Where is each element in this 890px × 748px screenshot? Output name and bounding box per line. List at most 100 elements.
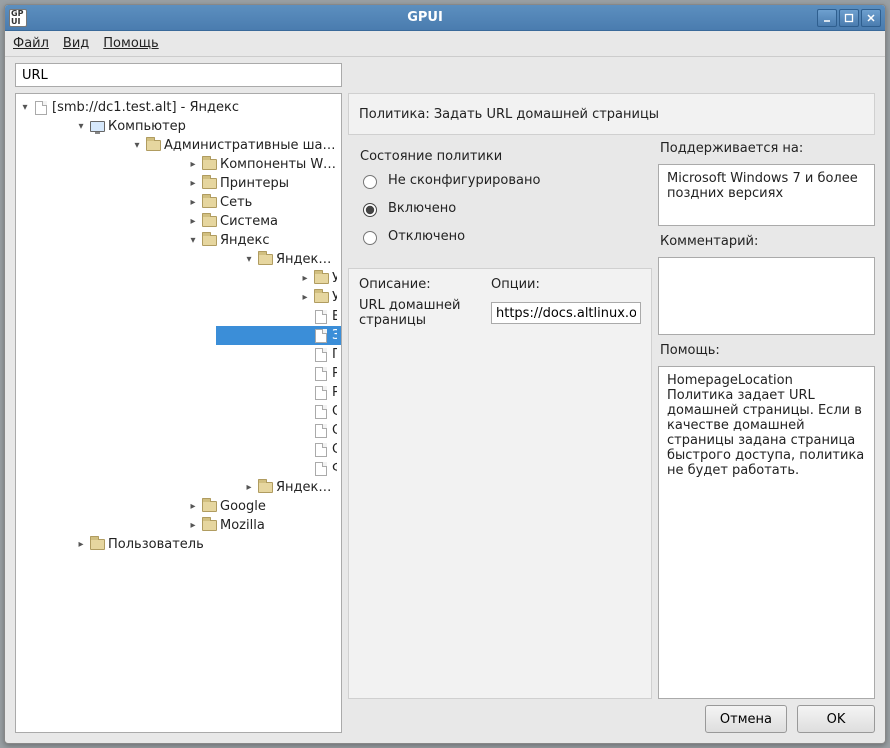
help-label: Помощь: <box>660 343 875 358</box>
search-input[interactable] <box>15 63 342 87</box>
tree-label: Яндекс.Браузер <box>276 250 337 269</box>
chevron-down-icon[interactable]: ▾ <box>18 98 32 117</box>
tree-label: Яндекс.Браузер: настройки по ... <box>276 478 337 497</box>
option-name: URL домашней страницы <box>359 298 491 328</box>
titlebar: GP UI GPUI <box>5 5 885 31</box>
chevron-down-icon[interactable]: ▾ <box>186 231 200 250</box>
folder-icon <box>312 290 330 306</box>
chevron-down-icon[interactable]: ▾ <box>242 250 256 269</box>
menu-view[interactable]: Вид <box>63 36 89 51</box>
tree-label: Принтеры <box>220 174 289 193</box>
tree-label: Разрешить доступ к списку ... <box>332 383 337 402</box>
tree-label: Компоненты Windows <box>220 155 337 174</box>
comment-box[interactable] <box>658 257 875 335</box>
chevron-right-icon[interactable]: ▸ <box>186 155 200 174</box>
chevron-right-icon[interactable]: ▸ <box>186 212 200 231</box>
chevron-right-icon[interactable]: ▸ <box>242 478 256 497</box>
maximize-button[interactable] <box>839 9 859 27</box>
tree-node-doc[interactable]: ▸ Блокировка доступа к списк... <box>216 307 341 326</box>
tree-node-doc[interactable]: ▸ Разрешить автоматически ... <box>216 364 341 383</box>
document-icon <box>312 423 330 439</box>
document-icon <box>312 347 330 363</box>
option-value-input[interactable] <box>491 302 641 324</box>
document-icon <box>312 461 330 477</box>
chevron-right-icon[interactable]: ▸ <box>186 497 200 516</box>
tree-node-windows-components[interactable]: ▸ Компоненты Windows <box>136 155 341 174</box>
tree-node-yandex[interactable]: ▾ Яндекс <box>136 231 341 250</box>
chevron-right-icon[interactable]: ▸ <box>186 193 200 212</box>
folder-icon <box>200 518 218 534</box>
minimize-icon <box>822 13 832 23</box>
document-icon <box>312 309 330 325</box>
folder-icon <box>200 233 218 249</box>
radio-input[interactable] <box>363 231 377 245</box>
tree-node-doc-selected[interactable]: ▸ Задать URL домашней стра... <box>216 326 341 345</box>
close-icon <box>866 13 876 23</box>
menu-help[interactable]: Помощь <box>103 36 158 51</box>
chevron-right-icon[interactable]: ▸ <box>186 174 200 193</box>
cancel-button[interactable]: Отмена <box>705 705 787 733</box>
tree-node-yandex-browser[interactable]: ▾ Яндекс.Браузер <box>176 250 341 269</box>
tree-label: Задать URL домашней стра... <box>332 326 337 345</box>
tree-node-doc[interactable]: ▸ Разрешить доступ к списку ... <box>216 383 341 402</box>
tree-node-doc[interactable]: ▸ Список URL, которые будут ... <box>216 402 341 421</box>
minimize-button[interactable] <box>817 9 837 27</box>
menubar: Файл Вид Помощь <box>5 31 885 57</box>
ok-button[interactable]: OK <box>797 705 875 733</box>
radio-not-configured[interactable]: Не сконфигурировано <box>358 166 642 194</box>
folder-icon <box>200 214 218 230</box>
tree-node-removed-rules[interactable]: ▸ Удалённые правила <box>216 269 341 288</box>
tree-label: Удалённые правила <box>332 269 337 288</box>
radio-input[interactable] <box>363 203 377 217</box>
tree-node-doc[interactable]: ▸ Передавать Referer URL при... <box>216 345 341 364</box>
chevron-right-icon[interactable]: ▸ <box>186 516 200 535</box>
radio-disabled[interactable]: Отключено <box>358 222 642 250</box>
folder-icon <box>88 537 106 553</box>
tree-label: Яндекс <box>220 231 270 250</box>
close-button[interactable] <box>861 9 881 27</box>
tree-label: Сеть <box>220 193 252 212</box>
tree-node-computer[interactable]: ▾ Компьютер <box>56 117 341 136</box>
tree-node-yandex-browser-defaults[interactable]: ▸ Яндекс.Браузер: настройки по ... <box>176 478 341 497</box>
detail-left-column: Состояние политики Не сконфигурировано В… <box>348 139 652 699</box>
tree-node-deprecated-rules[interactable]: ▸ Устаревшие правила <box>216 288 341 307</box>
window-buttons <box>817 9 881 27</box>
radio-input[interactable] <box>363 175 377 189</box>
document-icon <box>312 385 330 401</box>
tree-label: Mozilla <box>220 516 265 535</box>
tree-pane[interactable]: ▾ [smb://dc1.test.alt] - Яндекс ▾ Компью… <box>15 93 342 733</box>
tree-label: Разрешить автоматически ... <box>332 364 337 383</box>
radio-label: Включено <box>388 201 456 216</box>
tree-node-system[interactable]: ▸ Система <box>136 212 341 231</box>
tree-node-printers[interactable]: ▸ Принтеры <box>136 174 341 193</box>
chevron-right-icon[interactable]: ▸ <box>74 535 88 554</box>
tree-label: Система <box>220 212 278 231</box>
tree-node-doc[interactable]: ▸ Список URL, которым доступ... <box>216 440 341 459</box>
tree-label: Пользователь <box>108 535 204 554</box>
chevron-down-icon[interactable]: ▾ <box>130 136 144 155</box>
body: ▾ [smb://dc1.test.alt] - Яндекс ▾ Компью… <box>15 93 875 733</box>
radio-label: Не сконфигурировано <box>388 173 540 188</box>
tree-node-doc[interactable]: ▸ Файлы cookie, сохраненные... <box>216 459 341 478</box>
tree-node-google[interactable]: ▸ Google <box>136 497 341 516</box>
tree-node-user[interactable]: ▸ Пользователь <box>56 535 341 554</box>
folder-icon <box>256 252 274 268</box>
chevron-right-icon[interactable]: ▸ <box>298 269 312 288</box>
folder-icon <box>144 138 162 154</box>
menu-file[interactable]: Файл <box>13 36 49 51</box>
radio-enabled[interactable]: Включено <box>358 194 642 222</box>
chevron-down-icon[interactable]: ▾ <box>74 117 88 136</box>
tree-node-mozilla[interactable]: ▸ Mozilla <box>136 516 341 535</box>
supported-label: Поддерживается на: <box>660 141 875 156</box>
chevron-right-icon[interactable]: ▸ <box>298 288 312 307</box>
tree-node-admin-templates[interactable]: ▾ Административные шаблоны <box>96 136 341 155</box>
tree-node-network[interactable]: ▸ Сеть <box>136 193 341 212</box>
tree-label: Google <box>220 497 266 516</box>
policy-state-label: Состояние политики <box>360 149 642 164</box>
policy-header: Политика: Задать URL домашней страницы <box>348 93 875 135</box>
tree-node-root[interactable]: ▾ [smb://dc1.test.alt] - Яндекс <box>16 98 341 117</box>
document-icon <box>32 100 50 116</box>
tree-node-doc[interactable]: ▸ Список URL, которые не дол... <box>216 421 341 440</box>
detail-right-column: Поддерживается на: Microsoft Windows 7 и… <box>658 139 875 699</box>
policy-title: Политика: Задать URL домашней страницы <box>359 107 659 122</box>
